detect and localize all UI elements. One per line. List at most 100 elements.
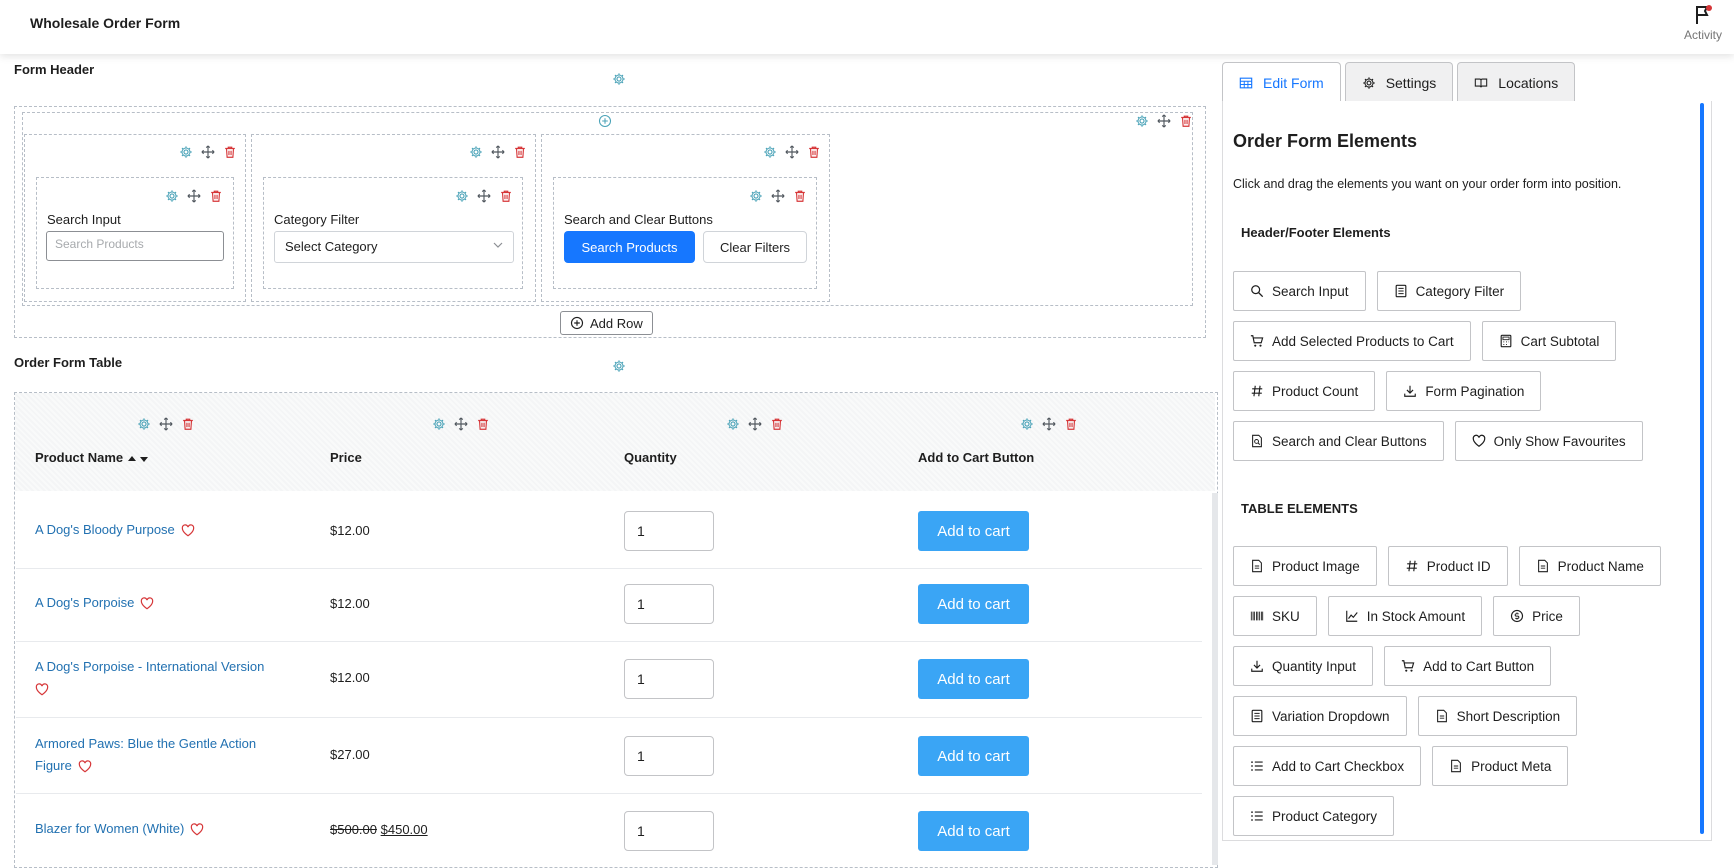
table-elements-title: TABLE ELEMENTS bbox=[1241, 501, 1358, 516]
add-to-cart-button[interactable]: Add to cart bbox=[918, 584, 1029, 624]
product-link[interactable]: Blazer for Women (White) bbox=[35, 818, 204, 840]
quantity-input[interactable]: 1 bbox=[624, 659, 714, 699]
hash-icon bbox=[1250, 384, 1264, 398]
add-column-icon[interactable] bbox=[598, 114, 612, 128]
quantity-input[interactable]: 1 bbox=[624, 736, 714, 776]
favourite-heart-icon[interactable] bbox=[140, 597, 154, 610]
element-add-selected-to-cart[interactable]: Add Selected Products to Cart bbox=[1233, 321, 1471, 361]
element-delete-icon[interactable] bbox=[209, 189, 223, 203]
element-settings-icon[interactable] bbox=[165, 189, 179, 203]
table-scrollbar[interactable] bbox=[1212, 493, 1218, 865]
element-product-meta[interactable]: Product Meta bbox=[1432, 746, 1569, 786]
add-row-button[interactable]: Add Row bbox=[560, 311, 653, 335]
element-search-clear-buttons[interactable]: Search and Clear Buttons bbox=[1233, 421, 1444, 461]
column-move-icon[interactable] bbox=[491, 145, 505, 159]
element-category-filter[interactable]: Category Filter bbox=[1376, 271, 1522, 311]
column-delete-icon[interactable] bbox=[770, 417, 784, 431]
element-product-id[interactable]: Product ID bbox=[1387, 546, 1508, 586]
element-product-count[interactable]: Product Count bbox=[1233, 371, 1376, 411]
product-link[interactable]: Armored Paws: Blue the Gentle Action Fig… bbox=[35, 733, 295, 777]
column-move-icon[interactable] bbox=[159, 417, 173, 431]
favourite-heart-icon[interactable] bbox=[78, 760, 92, 773]
column-delete-icon[interactable] bbox=[223, 145, 237, 159]
product-link[interactable]: A Dog's Porpoise bbox=[35, 592, 154, 614]
clear-filters-button[interactable]: Clear Filters bbox=[703, 231, 807, 263]
tab-locations[interactable]: Locations bbox=[1457, 62, 1576, 102]
product-link[interactable]: A Dog's Bloody Purpose bbox=[35, 519, 195, 541]
column-header-quantity: Quantity bbox=[624, 450, 677, 465]
element-form-pagination[interactable]: Form Pagination bbox=[1386, 371, 1542, 411]
column-delete-icon[interactable] bbox=[807, 145, 821, 159]
column-delete-icon[interactable] bbox=[1064, 417, 1078, 431]
element-move-icon[interactable] bbox=[771, 189, 785, 203]
element-move-icon[interactable] bbox=[187, 189, 201, 203]
form-header-settings-icon[interactable] bbox=[612, 72, 626, 86]
tab-label: Edit Form bbox=[1263, 75, 1324, 91]
search-products-input[interactable]: Search Products bbox=[46, 231, 224, 261]
element-add-to-cart-button[interactable]: Add to Cart Button bbox=[1384, 646, 1552, 686]
column-delete-icon[interactable] bbox=[476, 417, 490, 431]
element-product-category[interactable]: Product Category bbox=[1233, 796, 1395, 836]
column-delete-icon[interactable] bbox=[181, 417, 195, 431]
element-price[interactable]: Price bbox=[1493, 596, 1580, 636]
add-to-cart-button[interactable]: Add to cart bbox=[918, 511, 1029, 551]
column-move-icon[interactable] bbox=[785, 145, 799, 159]
add-to-cart-button[interactable]: Add to cart bbox=[918, 736, 1029, 776]
element-sku[interactable]: SKU bbox=[1233, 596, 1317, 636]
column-header-product-name[interactable]: Product Name bbox=[35, 450, 149, 465]
element-search-input[interactable]: Search Input bbox=[1233, 271, 1366, 311]
element-settings-icon[interactable] bbox=[455, 189, 469, 203]
category-select[interactable]: Select Category bbox=[274, 231, 514, 263]
cart-icon bbox=[1401, 659, 1415, 673]
add-to-cart-button[interactable]: Add to cart bbox=[918, 659, 1029, 699]
favourite-heart-icon[interactable] bbox=[190, 823, 204, 836]
order-table-settings-icon[interactable] bbox=[612, 359, 626, 373]
product-link[interactable]: A Dog's Porpoise - International Version bbox=[35, 656, 305, 700]
quantity-input[interactable]: 1 bbox=[624, 511, 714, 551]
column-settings-icon[interactable] bbox=[432, 417, 446, 431]
column-settings-icon[interactable] bbox=[1020, 417, 1034, 431]
column-delete-icon[interactable] bbox=[513, 145, 527, 159]
row-move-icon[interactable] bbox=[1157, 114, 1171, 128]
element-product-name[interactable]: Product Name bbox=[1518, 546, 1661, 586]
sort-icon[interactable] bbox=[127, 454, 149, 464]
quantity-input[interactable]: 1 bbox=[624, 584, 714, 624]
element-add-to-cart-checkbox[interactable]: Add to Cart Checkbox bbox=[1233, 746, 1422, 786]
search-products-button[interactable]: Search Products bbox=[564, 231, 695, 263]
column-move-icon[interactable] bbox=[748, 417, 762, 431]
quantity-input[interactable]: 1 bbox=[624, 811, 714, 851]
element-in-stock-amount[interactable]: In Stock Amount bbox=[1327, 596, 1483, 636]
hash-icon bbox=[1405, 559, 1419, 573]
element-delete-icon[interactable] bbox=[499, 189, 513, 203]
column-settings-icon[interactable] bbox=[763, 145, 777, 159]
tab-edit-form[interactable]: Edit Form bbox=[1222, 62, 1341, 103]
element-cart-subtotal[interactable]: Cart Subtotal bbox=[1481, 321, 1617, 361]
element-move-icon[interactable] bbox=[477, 189, 491, 203]
element-short-description[interactable]: Short Description bbox=[1417, 696, 1578, 736]
column-move-icon[interactable] bbox=[454, 417, 468, 431]
add-to-cart-button[interactable]: Add to cart bbox=[918, 811, 1029, 851]
column-settings-icon[interactable] bbox=[469, 145, 483, 159]
column-settings-icon[interactable] bbox=[179, 145, 193, 159]
tab-settings[interactable]: Settings bbox=[1344, 62, 1454, 102]
element-product-image[interactable]: Product Image bbox=[1233, 546, 1377, 586]
column-settings-icon[interactable] bbox=[726, 417, 740, 431]
column-move-icon[interactable] bbox=[1042, 417, 1056, 431]
column-move-icon[interactable] bbox=[201, 145, 215, 159]
row-settings-icon[interactable] bbox=[1135, 114, 1149, 128]
element-variation-dropdown[interactable]: Variation Dropdown bbox=[1233, 696, 1407, 736]
element-delete-icon[interactable] bbox=[793, 189, 807, 203]
element-only-show-favourites[interactable]: Only Show Favourites bbox=[1454, 421, 1643, 461]
search-clear-tools bbox=[749, 189, 807, 203]
element-quantity-input[interactable]: Quantity Input bbox=[1233, 646, 1374, 686]
column-settings-icon[interactable] bbox=[137, 417, 151, 431]
panel-title: Order Form Elements bbox=[1233, 131, 1418, 151]
panel-scrollbar[interactable] bbox=[1700, 103, 1704, 834]
row-delete-icon[interactable] bbox=[1179, 114, 1193, 128]
element-label: Search Input bbox=[1272, 283, 1349, 299]
element-settings-icon[interactable] bbox=[749, 189, 763, 203]
favourite-heart-icon[interactable] bbox=[181, 524, 195, 537]
favourite-heart-icon[interactable] bbox=[35, 683, 49, 696]
list-bullets-icon bbox=[1250, 759, 1264, 773]
activity-button[interactable]: Activity bbox=[1680, 4, 1726, 42]
